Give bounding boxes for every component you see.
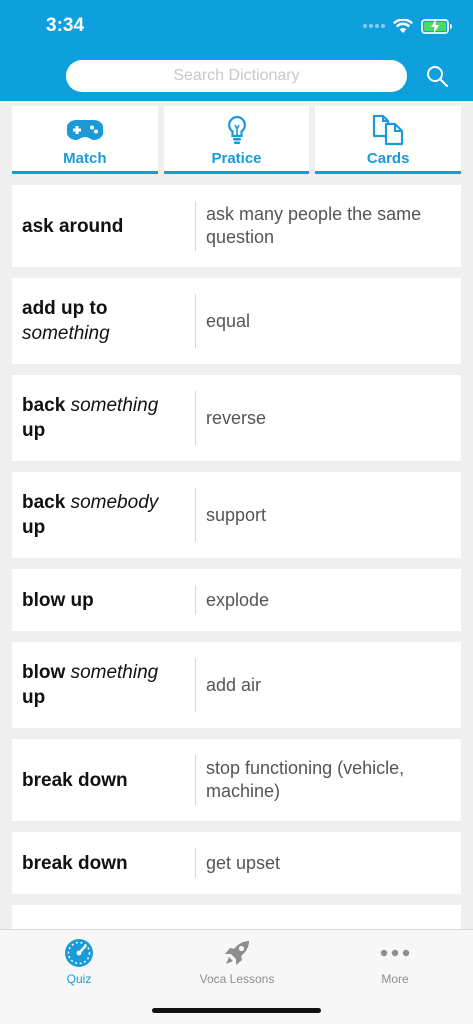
term-word: back: [22, 492, 71, 513]
term-word: ask around: [22, 215, 124, 237]
match-button[interactable]: Match: [12, 106, 158, 174]
mode-tabs: Match Pratice Cards: [12, 106, 462, 174]
term-word: up: [22, 687, 46, 708]
cards-label: Cards: [366, 150, 410, 167]
entry-meaning: reverse: [206, 407, 267, 428]
dictionary-entry[interactable]: back somebody up support: [12, 472, 461, 558]
speedometer-icon: [65, 939, 93, 967]
entry-term: back somebody up: [12, 490, 195, 540]
term-word: up: [22, 517, 46, 538]
entry-term: blow up: [12, 588, 195, 613]
dictionary-entry[interactable]: break down get upset: [12, 832, 461, 894]
cellular-signal-icon: [363, 24, 385, 28]
dictionary-entry[interactable]: ask around ask many people the same quest…: [12, 185, 461, 267]
entry-meaning: support: [206, 504, 267, 525]
dictionary-entry[interactable]: blow up explode: [12, 569, 461, 631]
entry-meaning: get upset: [206, 852, 281, 873]
gamepad-icon: [66, 120, 103, 140]
dictionary-entry[interactable]: add up to something equal: [12, 278, 461, 364]
term-word: break down: [22, 852, 128, 874]
entry-meaning: add air: [206, 674, 262, 695]
term-word: add up to: [22, 298, 108, 319]
entry-term: break down: [12, 768, 195, 793]
term-word: blow up: [22, 589, 94, 611]
entry-meaning: equal: [206, 310, 251, 331]
entry-term: break down: [12, 851, 195, 876]
entry-term: ask around: [12, 214, 195, 239]
entry-term: back something up: [12, 393, 195, 443]
tab-more[interactable]: More: [316, 930, 473, 990]
header-bar: 3:34: [0, 0, 473, 101]
home-indicator: [152, 1008, 321, 1013]
dictionary-list: ask around ask many people the same quest…: [12, 185, 461, 976]
battery-icon: [421, 18, 452, 34]
tab-quiz[interactable]: Quiz: [0, 930, 158, 990]
lightbulb-icon: [227, 115, 246, 144]
tab-voca-lessons[interactable]: Voca Lessons: [158, 930, 316, 990]
term-word: break down: [22, 769, 128, 791]
term-placeholder-word: something: [22, 323, 110, 344]
search-icon[interactable]: [425, 64, 449, 88]
entry-meaning: stop functioning (vehicle, machine): [206, 758, 405, 801]
status-time: 3:34: [46, 15, 85, 36]
tab-quiz-label: Quiz: [66, 972, 92, 986]
cards-button[interactable]: Cards: [315, 106, 462, 174]
term-placeholder-word: something: [70, 395, 159, 416]
entry-meaning: explode: [206, 589, 270, 610]
cards-icon: [373, 114, 404, 146]
wifi-icon: [393, 18, 413, 33]
app-screen: 3:34 Search Dictionary Match Pratice Car…: [0, 0, 473, 1024]
more-dots-icon: [380, 949, 410, 957]
tab-more-label: More: [381, 972, 409, 986]
dictionary-entry[interactable]: blow something up add air: [12, 642, 461, 728]
term-word: blow: [22, 662, 71, 683]
entry-term: blow something up: [12, 660, 195, 710]
search-input[interactable]: [66, 60, 407, 92]
practice-button[interactable]: Pratice: [163, 106, 310, 174]
term-placeholder-word: something: [70, 662, 159, 683]
charging-bolt-icon: [431, 18, 439, 34]
tab-voca-lessons-label: Voca Lessons: [199, 972, 275, 986]
match-label: Match: [63, 150, 107, 167]
term-placeholder-word: somebody: [70, 492, 159, 513]
term-word: up: [22, 420, 46, 441]
entry-meaning: ask many people the same question: [206, 204, 422, 247]
practice-label: Pratice: [211, 150, 262, 167]
term-word: back: [22, 395, 71, 416]
entry-term: add up to something: [12, 296, 195, 346]
dictionary-entry[interactable]: back something up reverse: [12, 375, 461, 461]
dictionary-entry[interactable]: break down stop functioning (vehicle, mac…: [12, 739, 461, 821]
rocket-icon: [225, 941, 249, 965]
status-icons: [363, 16, 452, 36]
